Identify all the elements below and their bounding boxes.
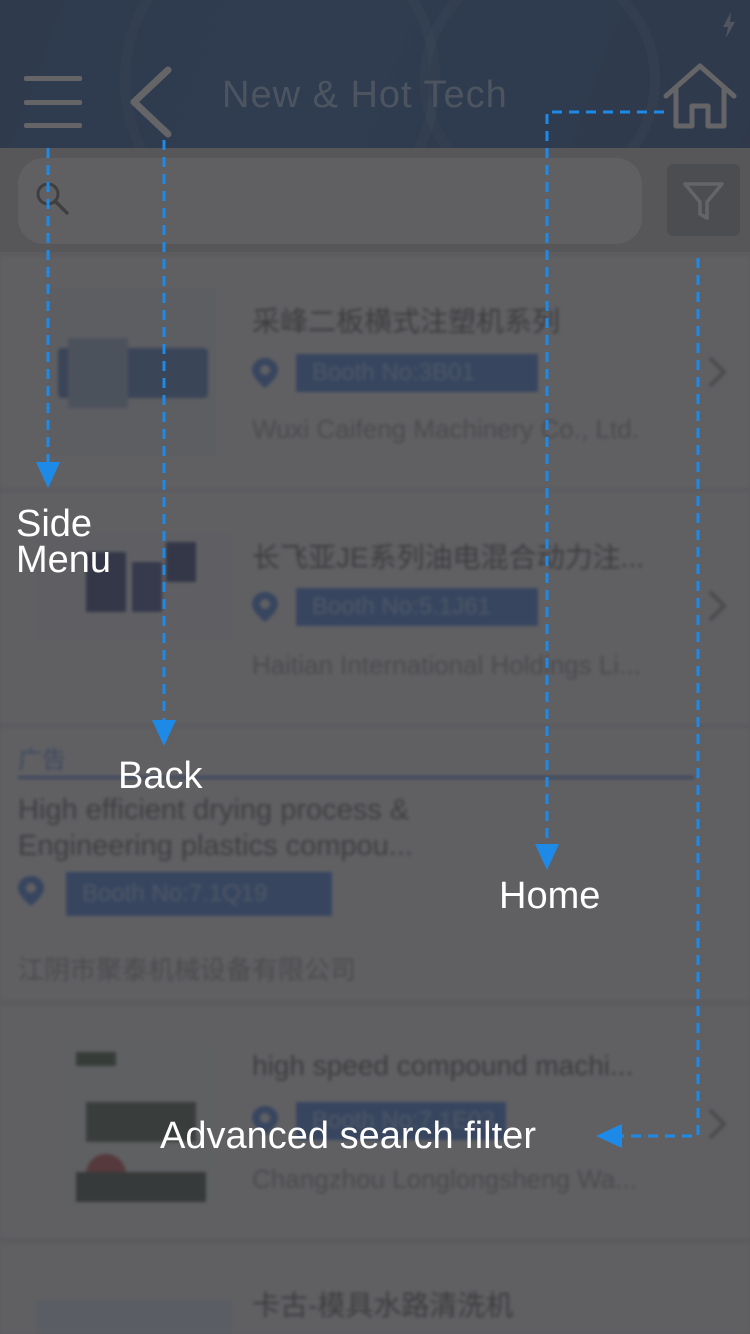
filter-arrow-line (620, 258, 700, 1138)
side-menu-label-line2: Menu (16, 539, 112, 581)
side-menu-label-line1: Side (16, 503, 93, 545)
home-label: Home (499, 875, 601, 917)
home-arrow-line (545, 110, 664, 848)
home-arrowhead (535, 844, 559, 870)
back-label: Back (118, 755, 203, 797)
side-menu-arrowhead (36, 462, 60, 488)
filter-arrowhead (596, 1124, 622, 1148)
filter-label: Advanced search filter (160, 1115, 536, 1157)
back-arrowhead (152, 720, 176, 746)
side-menu-label: Side Menu (16, 503, 112, 581)
